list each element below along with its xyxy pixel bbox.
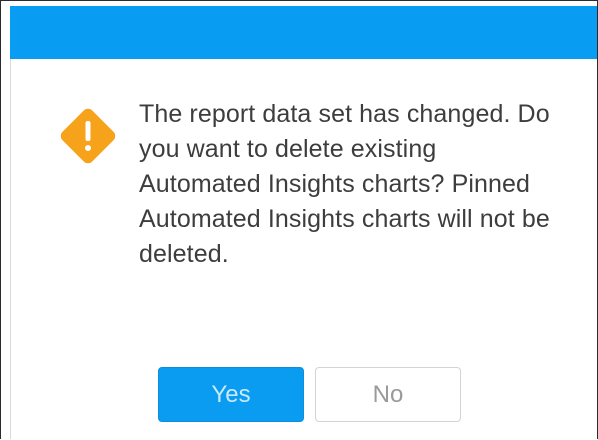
warning-icon <box>56 104 120 168</box>
yes-button[interactable]: Yes <box>158 367 304 422</box>
no-button[interactable]: No <box>315 367 461 422</box>
dialog-left-border <box>10 59 11 439</box>
dialog-message: The report data set has changed. Do you … <box>139 100 550 268</box>
dialog-titlebar <box>10 6 597 59</box>
confirm-dialog: The report data set has changed. Do you … <box>0 0 598 439</box>
